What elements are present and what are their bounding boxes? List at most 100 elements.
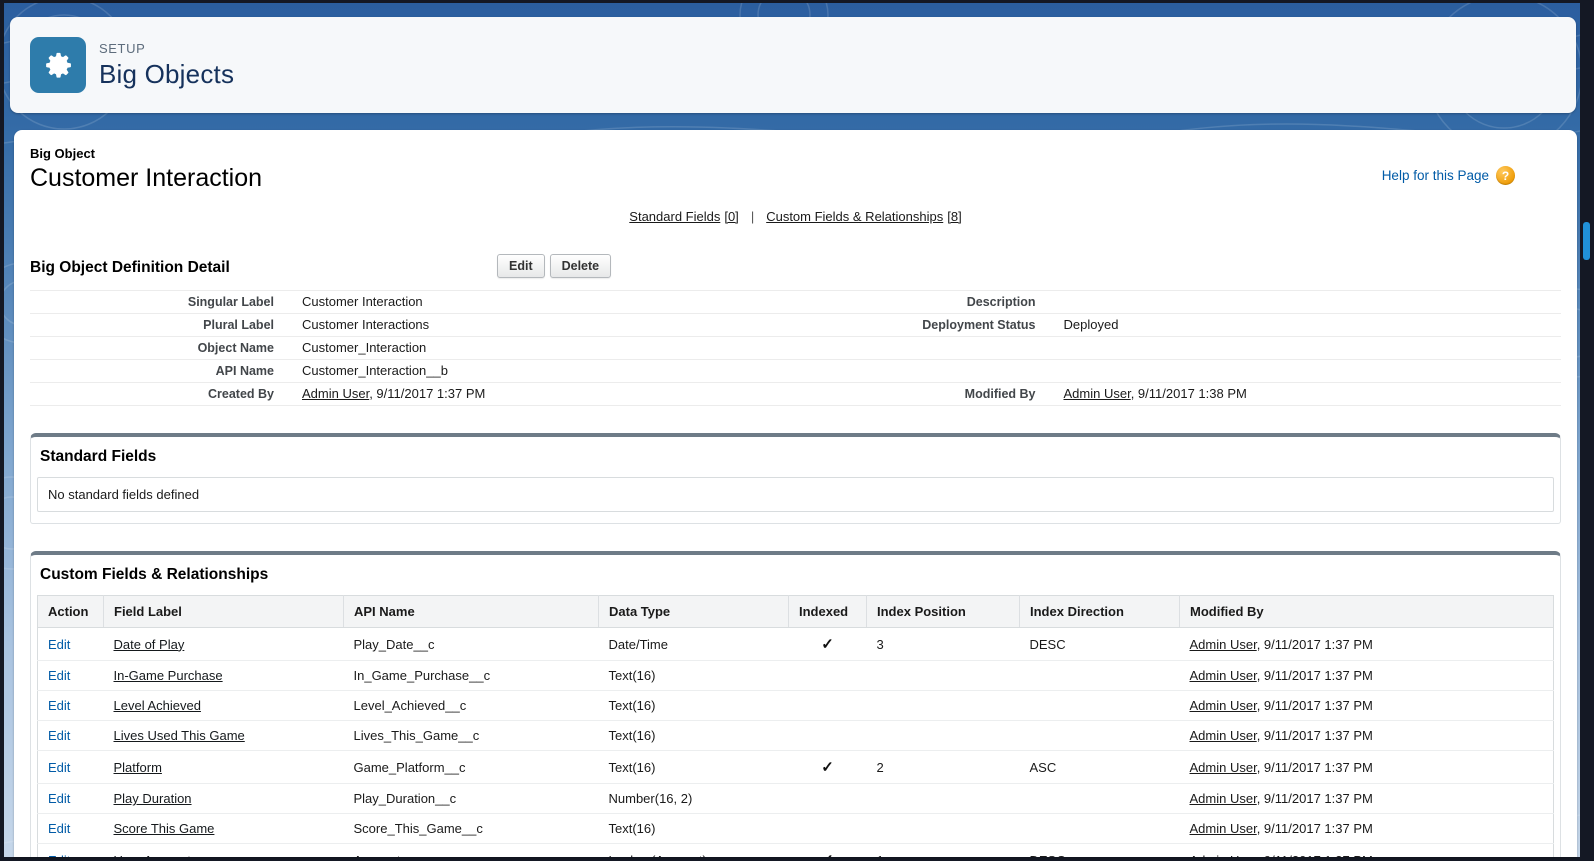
field-label-link[interactable]: Platform — [114, 760, 162, 775]
index-position-cell — [867, 721, 1020, 751]
nav-link-standard-fields[interactable]: Standard Fields — [629, 209, 720, 224]
standard-fields-empty-message: No standard fields defined — [37, 477, 1554, 512]
detail-value — [1050, 337, 1562, 360]
table-row: Edit Score This Game Score_This_Game__c … — [38, 814, 1554, 844]
edit-field-link[interactable]: Edit — [48, 853, 70, 858]
index-direction-cell: ASC — [1020, 751, 1180, 784]
data-type-cell: Text(16) — [599, 721, 789, 751]
detail-label: API Name — [30, 360, 288, 383]
modified-by-user-link[interactable]: Admin User — [1064, 386, 1131, 401]
table-row: Edit User Account Account__c Lookup(Acco… — [38, 844, 1554, 858]
created-by-user-link[interactable]: Admin User — [302, 386, 369, 401]
index-direction-cell — [1020, 691, 1180, 721]
modified-by-date: , 9/11/2017 1:37 PM — [1257, 668, 1373, 683]
index-direction-cell — [1020, 721, 1180, 751]
custom-fields-title: Custom Fields & Relationships — [40, 566, 1554, 584]
detail-value: Deployed — [1050, 314, 1562, 337]
table-row: Edit In-Game Purchase In_Game_Purchase__… — [38, 661, 1554, 691]
detail-value-text: Customer Interactions — [302, 317, 429, 332]
api-name-cell: Play_Duration__c — [344, 784, 599, 814]
window-scrollbar-thumb[interactable] — [1583, 222, 1590, 260]
detail-value: Customer_Interaction__b — [288, 360, 800, 383]
modified-by-cell: Admin User, 9/11/2017 1:37 PM — [1180, 721, 1554, 751]
help-question-icon[interactable]: ? — [1496, 166, 1515, 185]
edit-field-link[interactable]: Edit — [48, 668, 70, 683]
modified-by-date: , 9/11/2017 1:37 PM — [1257, 760, 1373, 775]
api-name-cell: Game_Platform__c — [344, 751, 599, 784]
edit-field-link[interactable]: Edit — [48, 698, 70, 713]
custom-fields-table: Action Field Label API Name Data Type In… — [37, 595, 1554, 857]
modified-by-user-link[interactable]: Admin User — [1190, 698, 1257, 713]
nav-count-standard-fields[interactable]: [0] — [724, 209, 738, 224]
definition-detail-header: Big Object Definition Detail Edit Delete — [30, 254, 1561, 284]
detail-value-text: Deployed — [1064, 317, 1119, 332]
column-header-index-direction: Index Direction — [1020, 596, 1180, 628]
setup-label: SETUP — [99, 41, 234, 56]
index-position-cell — [867, 784, 1020, 814]
column-header-indexed: Indexed — [789, 596, 867, 628]
edit-field-link[interactable]: Edit — [48, 821, 70, 836]
delete-button[interactable]: Delete — [550, 254, 612, 278]
field-label-link[interactable]: User Account — [114, 853, 191, 858]
modified-by-user-link[interactable]: Admin User — [1190, 821, 1257, 836]
modified-by-user-link[interactable]: Admin User — [1190, 637, 1257, 652]
edit-field-link[interactable]: Edit — [48, 637, 70, 652]
field-label-link[interactable]: In-Game Purchase — [114, 668, 223, 683]
modified-by-cell: Admin User, 9/11/2017 1:37 PM — [1180, 814, 1554, 844]
nav-count-custom-fields[interactable]: [8] — [947, 209, 961, 224]
indexed-checkmark-icon: ✓ — [821, 852, 834, 857]
modified-by-user-link[interactable]: Admin User — [1190, 853, 1257, 858]
detail-button-group: Edit Delete — [497, 254, 611, 278]
detail-value: Customer Interactions — [288, 314, 800, 337]
setup-header-text: SETUP Big Objects — [99, 41, 234, 90]
table-header-row: Action Field Label API Name Data Type In… — [38, 596, 1554, 628]
edit-button[interactable]: Edit — [497, 254, 545, 278]
page-title: Big Objects — [99, 59, 234, 90]
setup-header-card: SETUP Big Objects — [10, 17, 1576, 113]
modified-by-date: , 9/11/2017 1:37 PM — [1257, 791, 1373, 806]
detail-label — [800, 337, 1050, 360]
column-header-action: Action — [38, 596, 104, 628]
field-label-link[interactable]: Score This Game — [114, 821, 215, 836]
edit-field-link[interactable]: Edit — [48, 791, 70, 806]
index-position-cell: 2 — [867, 751, 1020, 784]
field-label-link[interactable]: Lives Used This Game — [114, 728, 245, 743]
field-label-link[interactable]: Date of Play — [114, 637, 185, 652]
modified-by-cell: Admin User, 9/11/2017 1:37 PM — [1180, 751, 1554, 784]
api-name-cell: Level_Achieved__c — [344, 691, 599, 721]
column-header-data-type: Data Type — [599, 596, 789, 628]
detail-value — [1050, 291, 1562, 314]
modified-by-user-link[interactable]: Admin User — [1190, 760, 1257, 775]
modified-by-user-link[interactable]: Admin User — [1190, 728, 1257, 743]
modified-by-cell: Admin User, 9/11/2017 1:37 PM — [1180, 661, 1554, 691]
detail-value: Admin User, 9/11/2017 1:38 PM — [1050, 383, 1562, 406]
table-row: Edit Date of Play Play_Date__c Date/Time… — [38, 628, 1554, 661]
modified-by-date: , 9/11/2017 1:37 PM — [1257, 853, 1373, 858]
gear-icon — [42, 49, 74, 81]
index-direction-cell: DESC — [1020, 628, 1180, 661]
detail-label: Object Name — [30, 337, 288, 360]
table-row: Edit Platform Game_Platform__c Text(16) … — [38, 751, 1554, 784]
data-type-cell: Number(16, 2) — [599, 784, 789, 814]
window-scrollbar-track — [1580, 0, 1594, 861]
edit-field-link[interactable]: Edit — [48, 760, 70, 775]
nav-separator: | — [751, 209, 754, 224]
nav-link-custom-fields[interactable]: Custom Fields & Relationships — [766, 209, 943, 224]
table-row: Edit Lives Used This Game Lives_This_Gam… — [38, 721, 1554, 751]
setup-gear-icon — [30, 37, 86, 93]
table-row: Edit Play Duration Play_Duration__c Numb… — [38, 784, 1554, 814]
column-header-modified-by: Modified By — [1180, 596, 1554, 628]
modified-by-user-link[interactable]: Admin User — [1190, 791, 1257, 806]
column-header-index-position: Index Position — [867, 596, 1020, 628]
field-label-link[interactable]: Play Duration — [114, 791, 192, 806]
edit-field-link[interactable]: Edit — [48, 728, 70, 743]
index-direction-cell — [1020, 814, 1180, 844]
indexed-checkmark-icon: ✓ — [821, 636, 834, 653]
modified-by-user-link[interactable]: Admin User — [1190, 668, 1257, 683]
detail-label — [800, 360, 1050, 383]
detail-value: Customer_Interaction — [288, 337, 800, 360]
field-label-link[interactable]: Level Achieved — [114, 698, 201, 713]
help-area: Help for this Page ? — [1382, 166, 1515, 185]
detail-label: Description — [800, 291, 1050, 314]
help-for-this-page-link[interactable]: Help for this Page — [1382, 168, 1489, 183]
